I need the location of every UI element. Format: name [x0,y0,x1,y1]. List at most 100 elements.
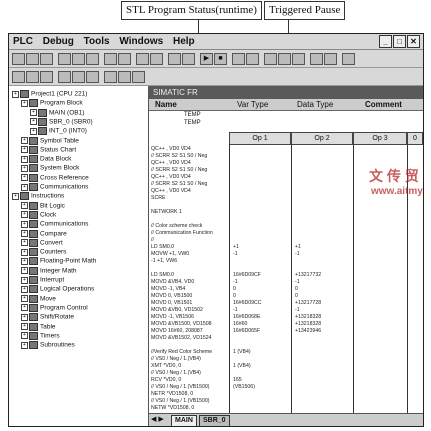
tab-sbr0[interactable]: SBR_0 [199,415,230,426]
contact-icon[interactable] [58,71,71,83]
expand-toggle-icon[interactable]: + [21,248,28,256]
download-icon[interactable] [182,53,195,65]
tree-item[interactable]: + Interrupt [21,276,64,285]
chart-status-icon[interactable] [264,53,277,65]
restore-button[interactable]: □ [393,35,406,48]
stl-code-line[interactable]: SCRE [151,195,165,201]
expand-toggle-icon[interactable]: + [21,323,28,330]
stl-code-line[interactable]: MOVD -1, VB4 [151,286,185,292]
tree-item[interactable]: + Communications [21,220,88,229]
write-all-icon[interactable] [292,53,305,65]
tree-item[interactable]: + Compare [21,229,67,239]
expand-toggle-icon[interactable]: + [21,174,28,182]
stl-code-line[interactable]: // Color scheme check [151,223,202,229]
expand-toggle-icon[interactable]: + [21,164,28,172]
undo-icon[interactable] [118,53,131,65]
unforce-icon[interactable] [324,53,337,65]
close-button[interactable]: ✕ [407,35,420,48]
menu-windows[interactable]: Windows [119,36,163,47]
tree-item[interactable]: + MAIN (OB1) [30,108,84,118]
tree-item[interactable]: + SBR_0 (SBR0) [30,117,93,127]
run-icon[interactable]: ▶ [200,53,213,65]
triggered-pause-icon[interactable] [246,53,259,65]
tree-item[interactable]: + Status Chart [21,145,76,155]
tree-item[interactable]: + Floating-Point Math [21,257,96,266]
stl-code-line[interactable]: // VS0 / Neg / 1.(VB4) [151,370,201,376]
tree-item[interactable]: + Data Block [21,155,71,164]
stl-code-line[interactable]: XMT *VD0, 0 [151,363,181,369]
expand-toggle-icon[interactable]: + [21,146,28,154]
tree-item[interactable]: + Program Control [21,303,88,313]
stl-code-line[interactable]: QC++ , VD0 VD4 [151,188,191,194]
tree-item[interactable]: + Timers [21,331,60,341]
expand-toggle-icon[interactable]: + [21,341,28,349]
expand-toggle-icon[interactable]: + [21,99,28,107]
stl-code-line[interactable]: MOVD 0, VB1500 [151,293,192,299]
stl-code-line[interactable]: // Communication Function [151,230,213,236]
stl-code-line[interactable]: // SCRR S2 S1 S0 / Neg [151,153,207,159]
line-down-icon[interactable] [26,71,39,83]
expand-toggle-icon[interactable]: + [30,127,37,135]
expand-toggle-icon[interactable]: + [21,285,28,293]
stl-code-line[interactable]: //Verify Red Color Scheme [151,349,212,355]
col-data-type[interactable]: Data Type [297,99,333,110]
tree-item[interactable]: + INT_0 (INT0) [30,127,87,136]
cut-icon[interactable] [72,53,85,65]
menu-debug[interactable]: Debug [43,36,74,47]
stl-code-line[interactable]: MOVW +1, VW0 [151,251,189,257]
stl-code-line[interactable]: // SCRR S2 S1 S0 / Neg [151,167,207,173]
expand-toggle-icon[interactable]: + [21,155,28,163]
print-icon[interactable] [58,53,71,65]
tree-item[interactable]: + Project1 (CPU 221) [12,90,87,99]
expand-toggle-icon[interactable]: + [21,276,28,284]
stl-code-line[interactable]: QC++ , VD0 VD4 [151,174,191,180]
stl-code-line[interactable]: // VS0 / Neg / 1.(VB1500) [151,398,210,404]
tree-item[interactable]: + Convert [21,238,63,248]
stop-icon[interactable]: ■ [214,53,227,65]
new-icon[interactable] [12,53,25,65]
expand-toggle-icon[interactable]: + [21,230,28,237]
tree-item[interactable]: + Integer Math [21,266,77,276]
tree-item[interactable]: + Bit Logic [21,201,65,211]
coil-icon[interactable] [72,71,85,83]
stl-code-line[interactable]: NETW *VD1508, 0 [151,405,194,411]
read-all-forced-icon[interactable] [342,53,355,65]
col-name[interactable]: Name [155,99,177,110]
stl-code-line[interactable]: QC++ , VD0 VD4 [151,146,191,152]
tree-item[interactable]: + Logical Operations [21,285,94,294]
stl-code-line[interactable]: LD SM0.0 [151,244,174,250]
col-comment[interactable]: Comment [365,99,402,110]
box-icon[interactable] [86,71,99,83]
stl-code-line[interactable]: // [151,237,154,243]
col-var-type[interactable]: Var Type [237,99,268,110]
expand-toggle-icon[interactable]: + [21,211,28,219]
expand-toggle-icon[interactable]: + [21,304,28,312]
stl-code-line[interactable]: // VS0 / Neg / 1.(VB1500) [151,384,210,390]
tree-item[interactable]: + Move [21,294,56,304]
stl-code-line[interactable]: MOVD -1, VB1506 [151,314,194,320]
force-icon[interactable] [310,53,323,65]
compile-icon[interactable] [136,53,149,65]
expand-toggle-icon[interactable]: + [21,202,28,210]
expand-toggle-icon[interactable]: + [21,137,28,144]
program-status-icon[interactable] [232,53,245,65]
tree-item[interactable]: + System Block [21,164,79,173]
expand-toggle-icon[interactable]: + [21,295,28,303]
stl-code-line[interactable]: MOVD 0, VB1501 [151,300,192,306]
stl-code-line[interactable]: MOVD 16#60, 208087 [151,328,203,334]
expand-toggle-icon[interactable]: + [21,313,28,321]
menu-help[interactable]: Help [173,36,195,47]
stl-code-line[interactable]: QC++ , VD0 VD4 [151,160,191,166]
stl-code-line[interactable]: // VS0 / Neg / 1.(VB4) [151,356,201,362]
expand-toggle-icon[interactable]: + [12,192,19,200]
tree-item[interactable]: + Shift/Rotate [21,313,74,322]
minimize-button[interactable]: _ [379,35,392,48]
expand-toggle-icon[interactable]: + [21,332,28,340]
network-icon[interactable] [12,71,25,83]
paste-icon[interactable] [104,53,117,65]
menu-tools[interactable]: Tools [84,36,110,47]
tree-item[interactable]: + Table [21,322,56,332]
stl-code-line[interactable]: MOVD &VB0, VD1502 [151,307,203,313]
open-icon[interactable] [26,53,39,65]
stl-code-line[interactable]: NETR *VD1508, 0 [151,391,193,397]
